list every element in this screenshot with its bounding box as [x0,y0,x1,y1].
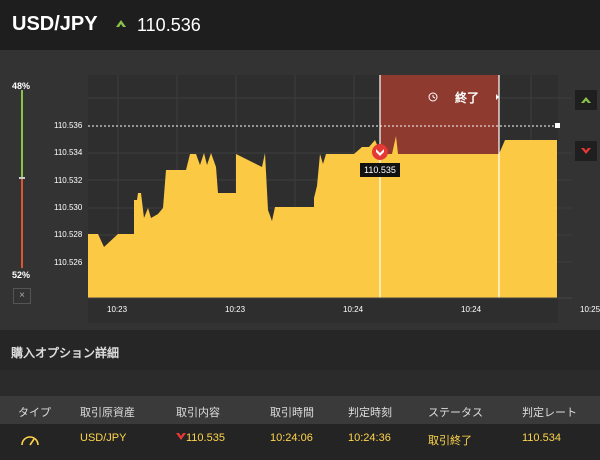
expired-zone [380,75,499,154]
y-tick: 110.528 [54,230,83,239]
col-asset: 取引原資産 [80,407,135,419]
details-title: 購入オプション詳細 [11,346,120,360]
cell-trade-time: 10:24:06 [270,432,313,444]
col-judge-time: 判定時刻 [348,407,392,419]
cell-content: 110.535 [176,432,225,444]
cell-asset: USD/JPY [80,432,127,444]
col-rate: 判定レート [522,407,577,419]
cell-status: 取引終了 [428,435,472,447]
y-tick: 110.534 [54,148,83,157]
col-type: タイプ [18,407,51,419]
current-price-dot [555,123,560,128]
x-tick: 10:25 [580,305,600,314]
price-chart: 110.536 110.534 110.532 110.530 110.528 … [54,75,600,323]
col-content: 取引内容 [176,407,220,419]
expired-label: 終了 [455,90,479,105]
cell-rate: 110.534 [522,432,561,444]
header: USD/JPY 110.536 [0,0,600,50]
current-price: 110.536 [137,15,201,35]
asset-pair: USD/JPY [12,13,98,35]
x-tick: 10:23 [225,305,246,314]
buy-down-button[interactable] [575,141,597,161]
down-arrow-icon [581,148,591,154]
entry-price-label: 110.535 [364,165,396,175]
y-tick: 110.530 [54,203,83,212]
x-tick: 10:24 [461,305,482,314]
y-tick: 110.536 [54,121,83,130]
cell-content-value: 110.535 [186,432,225,444]
down-arrow-icon [176,433,186,440]
y-tick: 110.526 [54,258,83,267]
y-tick: 110.532 [54,176,83,185]
x-tick: 10:24 [343,305,364,314]
up-arrow-icon [116,20,126,27]
x-tick: 10:23 [107,305,128,314]
speedometer-icon [21,436,39,446]
buy-up-button[interactable] [575,90,597,110]
cell-judge-time: 10:24:36 [348,432,391,444]
col-status: ステータス [428,407,483,419]
col-trade-time: 取引時間 [270,407,314,419]
up-arrow-icon [581,97,591,103]
